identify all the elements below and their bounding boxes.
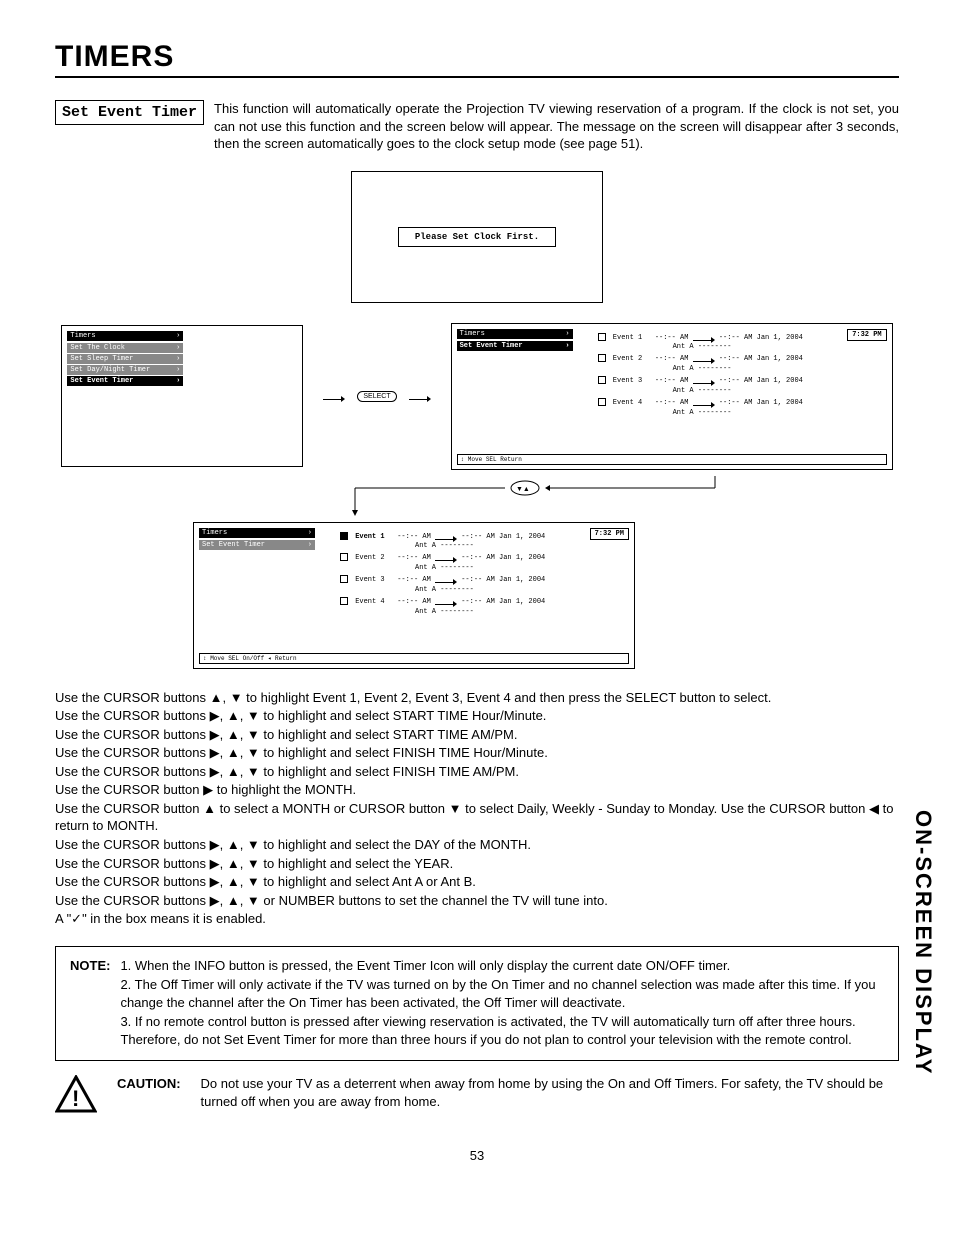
- event-antenna: Ant A --------: [673, 387, 803, 395]
- note-content: 1. When the INFO button is pressed, the …: [120, 957, 884, 1051]
- page-title: TIMERS: [55, 40, 899, 78]
- screen-timers-menu: Timers› Set The Clock› Set Sleep Timer› …: [61, 325, 303, 467]
- caution-label: CAUTION:: [117, 1075, 181, 1093]
- note-line: 1. When the INFO button is pressed, the …: [120, 957, 884, 975]
- note-line: 3. If no remote control button is presse…: [120, 1013, 884, 1048]
- flow-connector: ▼▲: [155, 476, 815, 516]
- event-row: Event 4 --:-- AM --:-- AM Jan 1, 2004: [340, 597, 545, 606]
- event-antenna: Ant A --------: [415, 586, 545, 594]
- event-antenna: Ant A --------: [673, 343, 803, 351]
- warning-icon: !: [55, 1075, 97, 1120]
- screen-event-edit: 7:32 PM Timers› Set Event Timer› Event 1…: [193, 522, 635, 669]
- instruction-line: Use the CURSOR buttons ▶, ▲, ▼ to highli…: [55, 855, 899, 873]
- svg-text:▼▲: ▼▲: [516, 486, 530, 493]
- instruction-line: A "✓" in the box means it is enabled.: [55, 910, 899, 928]
- menu-header: Timers: [202, 529, 227, 537]
- flow-arrow: SELECT: [323, 391, 430, 402]
- instruction-line: Use the CURSOR buttons ▶, ▲, ▼ or NUMBER…: [55, 892, 899, 910]
- event-row: Event 2 --:-- AM --:-- AM Jan 1, 2004: [598, 354, 803, 363]
- note-label: NOTE:: [70, 957, 110, 1051]
- event-antenna: Ant A --------: [673, 365, 803, 373]
- menu-item: Set Day/Night Timer: [70, 366, 150, 374]
- note-box: NOTE: 1. When the INFO button is pressed…: [55, 946, 899, 1062]
- screen-footer: ↕ Move SEL Return: [457, 454, 887, 465]
- section-label: Set Event Timer: [55, 100, 204, 125]
- clock-warning-text: Please Set Clock First.: [398, 227, 556, 247]
- menu-item: Set Sleep Timer: [70, 355, 133, 363]
- instruction-line: Use the CURSOR buttons ▶, ▲, ▼ to highli…: [55, 836, 899, 854]
- menu-item-selected: Set Event Timer: [70, 377, 133, 385]
- menu-subheader: Set Event Timer: [460, 342, 523, 350]
- instructions-block: Use the CURSOR buttons ▲, ▼ to highlight…: [55, 689, 899, 928]
- note-line: 2. The Off Timer will only activate if t…: [120, 976, 884, 1011]
- event-antenna: Ant A --------: [673, 409, 803, 417]
- event-row: Event 1 --:-- AM --:-- AM Jan 1, 2004: [598, 333, 803, 342]
- screen-footer: ↕ Move SEL On/Off ◂ Return: [199, 653, 629, 664]
- caution-text: Do not use your TV as a deterrent when a…: [201, 1075, 899, 1110]
- menu-subheader: Set Event Timer: [202, 541, 265, 549]
- instruction-line: Use the CURSOR buttons ▶, ▲, ▼ to highli…: [55, 873, 899, 891]
- chevron-right-icon: ›: [176, 332, 180, 340]
- instruction-line: Use the CURSOR button ▶ to highlight the…: [55, 781, 899, 799]
- svg-text:!: !: [72, 1086, 79, 1111]
- instruction-line: Use the CURSOR button ▲ to select a MONT…: [55, 800, 899, 835]
- clock-display: 7:32 PM: [847, 329, 886, 341]
- menu-header: Timers: [460, 330, 485, 338]
- event-row: Event 2 --:-- AM --:-- AM Jan 1, 2004: [340, 553, 545, 562]
- section-side-label: ON-SCREEN DISPLAY: [910, 810, 936, 1075]
- intro-paragraph: This function will automatically operate…: [214, 100, 899, 153]
- screen-event-list: 7:32 PM Timers› Set Event Timer› Event 1…: [451, 323, 893, 470]
- event-row: Event 4 --:-- AM --:-- AM Jan 1, 2004: [598, 398, 803, 407]
- clock-warning-screen: Please Set Clock First.: [351, 171, 603, 303]
- event-antenna: Ant A --------: [415, 564, 545, 572]
- instruction-line: Use the CURSOR buttons ▲, ▼ to highlight…: [55, 689, 899, 707]
- event-row: Event 1 --:-- AM --:-- AM Jan 1, 2004: [340, 532, 545, 541]
- instruction-line: Use the CURSOR buttons ▶, ▲, ▼ to highli…: [55, 744, 899, 762]
- event-antenna: Ant A --------: [415, 608, 545, 616]
- instruction-line: Use the CURSOR buttons ▶, ▲, ▼ to highli…: [55, 726, 899, 744]
- event-antenna: Ant A --------: [415, 542, 545, 550]
- clock-display: 7:32 PM: [590, 528, 629, 540]
- event-row: Event 3 --:-- AM --:-- AM Jan 1, 2004: [598, 376, 803, 385]
- page-number: 53: [55, 1148, 899, 1163]
- menu-item: Set The Clock: [70, 344, 125, 352]
- select-button-icon: SELECT: [357, 391, 396, 402]
- instruction-line: Use the CURSOR buttons ▶, ▲, ▼ to highli…: [55, 763, 899, 781]
- instruction-line: Use the CURSOR buttons ▶, ▲, ▼ to highli…: [55, 707, 899, 725]
- event-row: Event 3 --:-- AM --:-- AM Jan 1, 2004: [340, 575, 545, 584]
- menu-header: Timers: [70, 332, 95, 340]
